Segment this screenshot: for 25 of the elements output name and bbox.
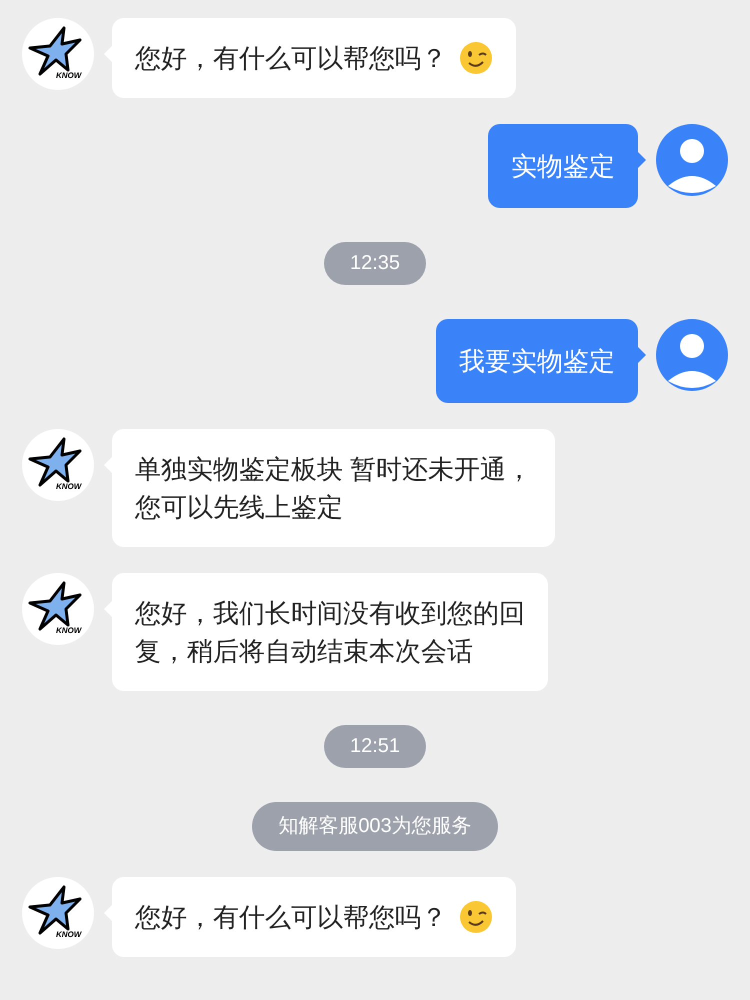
user-avatar-icon [656, 124, 728, 196]
timestamp: 12:35 [324, 242, 426, 285]
logo-text: KNOW [56, 931, 82, 939]
star-logo-icon [28, 885, 84, 937]
timestamp: 12:51 [324, 725, 426, 768]
user-avatar-icon [656, 319, 728, 391]
winking-face-icon [459, 900, 493, 934]
star-logo-icon [28, 581, 84, 633]
message-text: 您好，我们长时间没有收到您的回 [135, 597, 525, 630]
star-logo-icon [28, 437, 84, 489]
system-notice: 知解客服003为您服务 [252, 802, 498, 851]
message-text: 单独实物鉴定板块 暂时还未开通， [135, 453, 532, 486]
message-text: 您好，有什么可以帮您吗？ [135, 901, 447, 934]
star-logo-icon [28, 26, 84, 78]
logo-text: KNOW [56, 483, 82, 491]
message-text: 您好，有什么可以帮您吗？ [135, 42, 447, 75]
message-bubble: 我要实物鉴定 [436, 319, 638, 403]
message-bubble: 实物鉴定 [488, 124, 638, 208]
bubble-tail [638, 347, 646, 363]
logo-text: KNOW [56, 627, 82, 635]
message-text: 您可以先线上鉴定 [135, 491, 344, 524]
bubble-tail [638, 152, 646, 168]
winking-face-icon [459, 41, 493, 75]
message-text: 复，稍后将自动结束本次会话 [135, 635, 474, 668]
logo-text: KNOW [56, 72, 82, 80]
